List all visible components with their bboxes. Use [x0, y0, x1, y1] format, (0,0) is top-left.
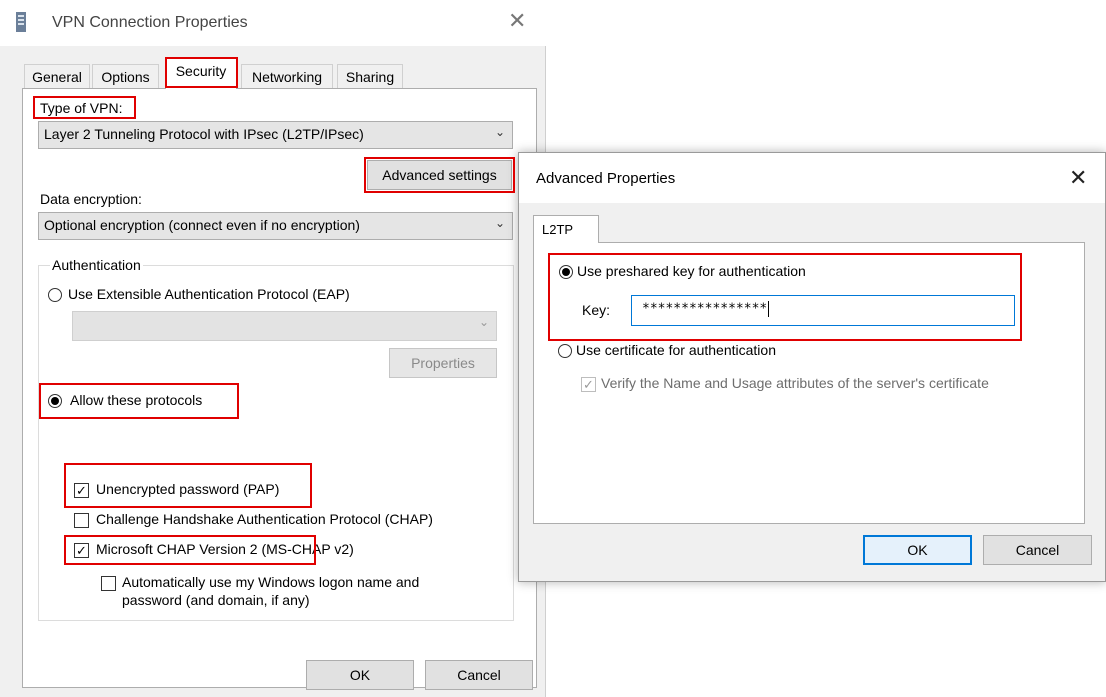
allow-protocols-label[interactable]: Allow these protocols	[70, 392, 202, 408]
preshared-key-label[interactable]: Use preshared key for authentication	[577, 263, 806, 279]
advanced-cancel-button[interactable]: Cancel	[983, 535, 1092, 565]
preshared-key-input[interactable]: ****************	[631, 295, 1015, 326]
vpn-dialog-title: VPN Connection Properties	[52, 14, 248, 31]
pap-label[interactable]: Unencrypted password (PAP)	[96, 481, 279, 497]
preshared-key-value: ****************	[642, 301, 768, 317]
chap-label[interactable]: Challenge Handshake Authentication Proto…	[96, 511, 433, 527]
vpn-titlebar: VPN Connection Properties ✕	[0, 0, 546, 46]
eap-properties-button[interactable]: Properties	[389, 348, 497, 378]
auto-logon-label-line1[interactable]: Automatically use my Windows logon name …	[122, 574, 419, 590]
vpn-type-select[interactable]: Layer 2 Tunneling Protocol with IPsec (L…	[38, 121, 513, 149]
vpn-cancel-button[interactable]: Cancel	[425, 660, 533, 690]
certificate-label[interactable]: Use certificate for authentication	[576, 342, 776, 358]
vpn-network-icon	[16, 12, 26, 32]
advanced-settings-button[interactable]: Advanced settings	[367, 160, 512, 190]
chevron-down-icon: ⌄	[478, 315, 489, 329]
tab-options[interactable]: Options	[92, 64, 159, 88]
vpn-connection-properties-dialog: VPN Connection Properties ✕ General Opti…	[0, 0, 546, 697]
mschap-label[interactable]: Microsoft CHAP Version 2 (MS-CHAP v2)	[96, 541, 354, 557]
vpn-ok-button[interactable]: OK	[306, 660, 414, 690]
authentication-label: Authentication	[50, 257, 143, 273]
close-icon[interactable]: ✕	[508, 10, 526, 32]
advanced-properties-dialog: Advanced Properties ✕ L2TP Use preshared…	[518, 152, 1106, 582]
eap-method-select[interactable]: ⌄	[72, 311, 497, 341]
vpn-type-value: Layer 2 Tunneling Protocol with IPsec (L…	[44, 126, 364, 142]
verify-certificate-checkbox[interactable]: ✓	[581, 377, 596, 392]
advanced-ok-button[interactable]: OK	[863, 535, 972, 565]
advanced-titlebar: Advanced Properties ✕	[519, 153, 1105, 203]
type-of-vpn-label: Type of VPN:	[40, 100, 123, 116]
tab-l2tp[interactable]: L2TP	[533, 215, 599, 243]
data-encryption-value: Optional encryption (connect even if no …	[44, 217, 360, 233]
auto-logon-label-line2[interactable]: password (and domain, if any)	[122, 592, 310, 608]
advanced-dialog-title: Advanced Properties	[536, 170, 676, 187]
data-encryption-label: Data encryption:	[40, 191, 142, 207]
auto-logon-checkbox[interactable]	[101, 576, 116, 591]
allow-protocols-radio[interactable]	[48, 394, 62, 408]
text-caret	[768, 301, 770, 317]
chevron-down-icon: ⌄	[494, 125, 505, 139]
preshared-key-radio[interactable]	[559, 265, 573, 279]
close-icon[interactable]: ✕	[1069, 165, 1087, 191]
tab-general[interactable]: General	[24, 64, 90, 88]
chevron-down-icon: ⌄	[494, 216, 505, 230]
use-eap-label[interactable]: Use Extensible Authentication Protocol (…	[68, 286, 350, 302]
data-encryption-select[interactable]: Optional encryption (connect even if no …	[38, 212, 513, 240]
pap-checkbox[interactable]: ✓	[74, 483, 89, 498]
mschap-checkbox[interactable]: ✓	[74, 543, 89, 558]
tab-security[interactable]: Security	[165, 58, 237, 89]
tab-networking[interactable]: Networking	[241, 64, 333, 88]
tab-sharing[interactable]: Sharing	[337, 64, 403, 88]
certificate-radio[interactable]	[558, 344, 572, 358]
key-label: Key:	[582, 302, 611, 318]
use-eap-radio[interactable]	[48, 288, 62, 302]
verify-certificate-label[interactable]: Verify the Name and Usage attributes of …	[601, 375, 989, 391]
chap-checkbox[interactable]	[74, 513, 89, 528]
